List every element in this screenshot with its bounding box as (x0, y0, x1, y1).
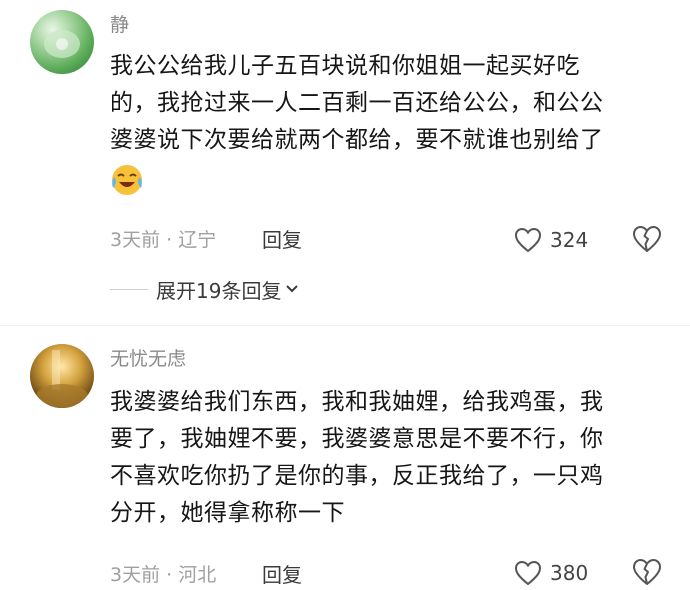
heart-icon (514, 560, 542, 586)
avatar[interactable] (30, 10, 94, 74)
like-count: 324 (550, 228, 589, 252)
dislike-button[interactable] (632, 225, 662, 255)
comment-line: 婆婆说下次要给就两个都给，要不就谁也别给了 (110, 127, 604, 153)
avatar[interactable] (30, 344, 94, 408)
expand-replies-label: 展开19条回复 (156, 278, 282, 303)
comment-line: 我公公给我儿子五百块说和你姐姐一起买好吃 (110, 53, 580, 79)
reply-button[interactable]: 回复 (262, 563, 302, 587)
like-button[interactable]: 324 (514, 225, 588, 255)
comment-text: 我婆婆给我们东西，我和我妯娌，给我鸡蛋，我 要了，我妯娌不要，我婆婆意思是不要不… (110, 384, 670, 532)
dislike-button[interactable] (632, 558, 662, 588)
divider (0, 325, 690, 326)
expand-replies-button[interactable]: 展开19条回复 (110, 274, 299, 304)
comment-line: 的，我抢过来一人二百剩一百还给公公，和公公 (110, 90, 604, 116)
comment-meta: 3天前 · 辽宁 (110, 229, 217, 251)
comment-line: 要了，我妯娌不要，我婆婆意思是不要不行，你 (110, 426, 604, 452)
divider (110, 288, 148, 290)
chevron-down-icon (286, 285, 299, 293)
username[interactable]: 静 (110, 14, 129, 36)
crying-laughing-emoji-icon (110, 163, 144, 197)
username[interactable]: 无忧无虑 (110, 348, 186, 370)
broken-heart-icon (633, 558, 662, 585)
comment-line: 不喜欢吃你扔了是你的事，反正我给了，一只鸡 (110, 463, 604, 489)
heart-icon (514, 227, 542, 253)
like-count: 380 (550, 561, 589, 585)
like-button[interactable]: 380 (514, 558, 588, 588)
comment-line: 分开，她得拿称称一下 (110, 500, 345, 526)
comment-meta: 3天前 · 河北 (110, 564, 217, 586)
broken-heart-icon (633, 225, 662, 252)
comment-line: 我婆婆给我们东西，我和我妯娌，给我鸡蛋，我 (110, 389, 604, 415)
reply-button[interactable]: 回复 (262, 228, 302, 252)
comment-text: 我公公给我儿子五百块说和你姐姐一起买好吃 的，我抢过来一人二百剩一百还给公公，和… (110, 48, 670, 196)
